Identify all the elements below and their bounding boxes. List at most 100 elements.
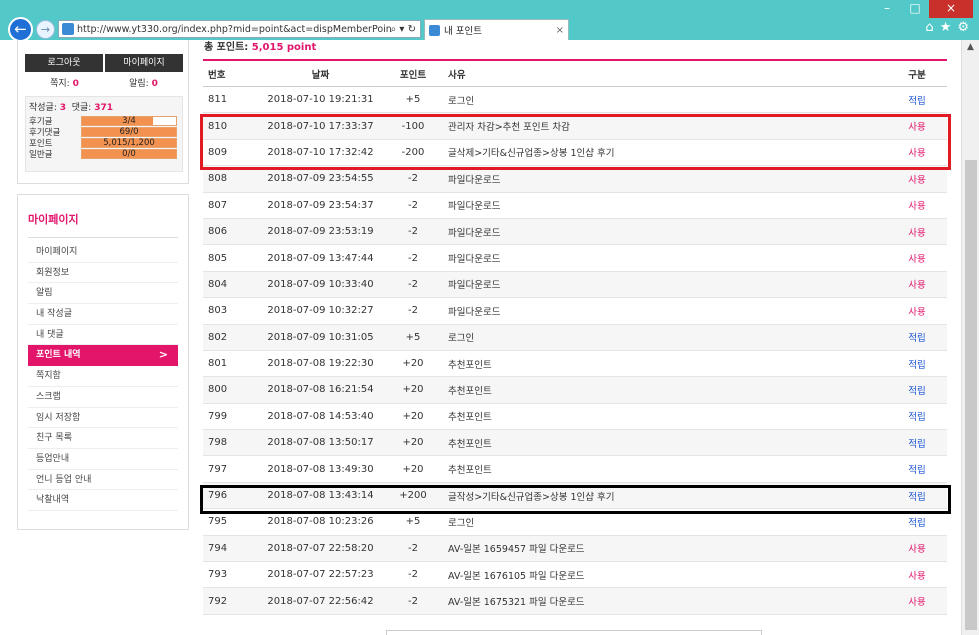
cell-point: +5 — [405, 331, 421, 343]
menu-item[interactable]: 낙찰내역 — [28, 490, 178, 511]
posts-value: 3 — [59, 103, 66, 113]
cell-type: 사용 — [908, 174, 926, 186]
cell-point: -200 — [401, 146, 425, 158]
cell-reason: 파일다운로드 — [448, 227, 501, 239]
cell-reason: 파일다운로드 — [448, 280, 501, 292]
cell-no: 792 — [208, 595, 228, 607]
table-row: 798 2018-07-08 13:50:17 +20 추천포인트 적립 — [203, 430, 947, 457]
menu-item[interactable]: 내 댓글 — [28, 325, 178, 346]
stat-label: 일반글 — [29, 149, 53, 160]
forward-button[interactable]: → — [36, 20, 55, 39]
menu-item-label: 낙찰내역 — [36, 495, 70, 506]
menu-item[interactable]: 임시 저장함 — [28, 408, 178, 429]
cell-reason: 로그인 — [448, 517, 475, 529]
menu-item[interactable]: 포인트 내역 > — [28, 345, 178, 367]
cell-type: 사용 — [908, 306, 926, 318]
cell-type: 사용 — [908, 570, 926, 582]
menu-item[interactable]: 친구 목록 — [28, 428, 178, 449]
menu-item[interactable]: 내 작성글 — [28, 304, 178, 325]
back-button[interactable]: ← — [8, 17, 33, 42]
cell-point: -2 — [408, 252, 418, 264]
cell-point: -2 — [408, 278, 418, 290]
url-text[interactable]: http://www.yt330.org/index.php?mid=point… — [77, 24, 391, 35]
tab-close-icon[interactable]: × — [556, 25, 564, 36]
pagination[interactable] — [386, 630, 762, 635]
header-point: 포인트 — [399, 69, 427, 81]
close-button[interactable]: × — [929, 0, 973, 18]
cell-point: -2 — [408, 569, 418, 581]
menu-item-label: 등업안내 — [36, 453, 70, 464]
table-row: 797 2018-07-08 13:49:30 +20 추천포인트 적립 — [203, 456, 947, 483]
cell-reason: 추천포인트 — [448, 385, 492, 397]
scrollbar-thumb[interactable] — [965, 160, 977, 630]
cell-reason: 추천포인트 — [448, 359, 492, 371]
menu-item[interactable]: 마이페이지 — [28, 242, 178, 263]
vertical-scrollbar[interactable]: ▲ — [961, 40, 979, 635]
table-row: 799 2018-07-08 14:53:40 +20 추천포인트 적립 — [203, 404, 947, 431]
cell-point: -2 — [408, 226, 418, 238]
cell-no: 800 — [208, 384, 228, 396]
table-row: 801 2018-07-08 19:22:30 +20 추천포인트 적립 — [203, 351, 947, 378]
stat-value: 5,015/1,200 — [103, 137, 155, 148]
maximize-button[interactable]: □ — [901, 0, 929, 18]
minimize-button[interactable]: – — [873, 0, 901, 18]
stat-row: 일반글 0/0 — [29, 148, 179, 160]
cell-date: 2018-07-08 14:53:40 — [267, 410, 374, 422]
cell-no: 798 — [208, 437, 228, 449]
home-icon[interactable]: ⌂ — [925, 20, 933, 35]
chevron-right-icon: > — [158, 348, 168, 362]
scroll-up-icon[interactable]: ▲ — [967, 42, 974, 52]
cell-date: 2018-07-09 13:47:44 — [267, 252, 374, 264]
cell-reason: 로그인 — [448, 95, 475, 107]
cell-reason: 추천포인트 — [448, 438, 492, 450]
cell-reason: 관리자 차감>추천 포인트 차감 — [448, 122, 570, 134]
stat-bar: 69/0 — [81, 126, 177, 137]
points-table-body: 811 2018-07-10 19:21:31 +5 로그인 적립 810 2018-07-… — [203, 87, 947, 615]
menu-item-label: 친구 목록 — [36, 433, 72, 444]
menu-item-label: 임시 저장함 — [36, 412, 81, 423]
tab-label: 내 포인트 — [444, 26, 482, 37]
cell-point: +20 — [402, 410, 424, 422]
menu-item[interactable]: 언니 등업 안내 — [28, 470, 178, 491]
cell-no: 806 — [208, 226, 228, 238]
table-row: 803 2018-07-09 10:32:27 -2 파일다운로드 사용 — [203, 298, 947, 325]
cell-type: 적립 — [908, 438, 926, 450]
logout-button[interactable]: 로그아웃 — [25, 54, 103, 72]
note-count[interactable]: 쪽지: 0 — [25, 76, 104, 89]
menu-item-label: 스크랩 — [36, 391, 61, 402]
table-row: 811 2018-07-10 19:21:31 +5 로그인 적립 — [203, 87, 947, 114]
cell-point: +200 — [399, 490, 427, 502]
cell-point: -100 — [401, 120, 425, 132]
star-icon[interactable]: ★ — [940, 20, 952, 35]
cell-no: 794 — [208, 542, 228, 554]
alert-count[interactable]: 알림: 0 — [104, 76, 183, 89]
alert-label: 알림: — [129, 79, 152, 89]
points-history: 총 포인트: 5,015 point 번호 날짜 포인트 사유 구분 811 20… — [203, 40, 947, 615]
cell-type: 적립 — [908, 412, 926, 424]
address-bar[interactable]: http://www.yt330.org/index.php?mid=point… — [58, 20, 421, 38]
gear-icon[interactable]: ⚙ — [957, 20, 969, 35]
menu-item[interactable]: 알림 — [28, 283, 178, 305]
cell-point: -2 — [408, 595, 418, 607]
menu-item[interactable]: 스크랩 — [28, 387, 178, 408]
address-actions[interactable]: ⌕ ▾ ↻ — [391, 24, 420, 35]
mypage-menu: 마이페이지 마이페이지 회원정보 알림 내 작성글 내 댓글 포인트 내역 > 쪽지함 스크랩 임… — [17, 194, 189, 530]
table-row: 796 2018-07-08 13:43:14 +200 글작성>기타&신규업종>상봉… — [203, 482, 947, 510]
cell-point: -2 — [408, 199, 418, 211]
stat-value: 3/4 — [122, 115, 136, 126]
cell-date: 2018-07-08 13:49:30 — [267, 463, 374, 475]
menu-item[interactable]: 등업안내 — [28, 449, 178, 470]
tab-my-points[interactable]: 내 포인트 × — [424, 19, 569, 40]
cell-reason: 로그인 — [448, 333, 475, 345]
user-buttons: 로그아웃 마이페이지 — [25, 54, 185, 72]
table-row: 807 2018-07-09 23:54:37 -2 파일다운로드 사용 — [203, 193, 947, 219]
cell-type: 적립 — [908, 95, 926, 107]
menu-item[interactable]: 회원정보 — [28, 263, 178, 284]
mypage-button[interactable]: 마이페이지 — [105, 54, 183, 72]
cell-date: 2018-07-08 13:43:14 — [267, 490, 374, 502]
cell-reason: AV-일본 1659457 파일 다운로드 — [448, 544, 585, 556]
cell-date: 2018-07-09 10:32:27 — [267, 305, 374, 317]
cell-point: +20 — [402, 463, 424, 475]
cell-no: 803 — [208, 305, 228, 317]
menu-item[interactable]: 쪽지함 — [28, 366, 178, 387]
